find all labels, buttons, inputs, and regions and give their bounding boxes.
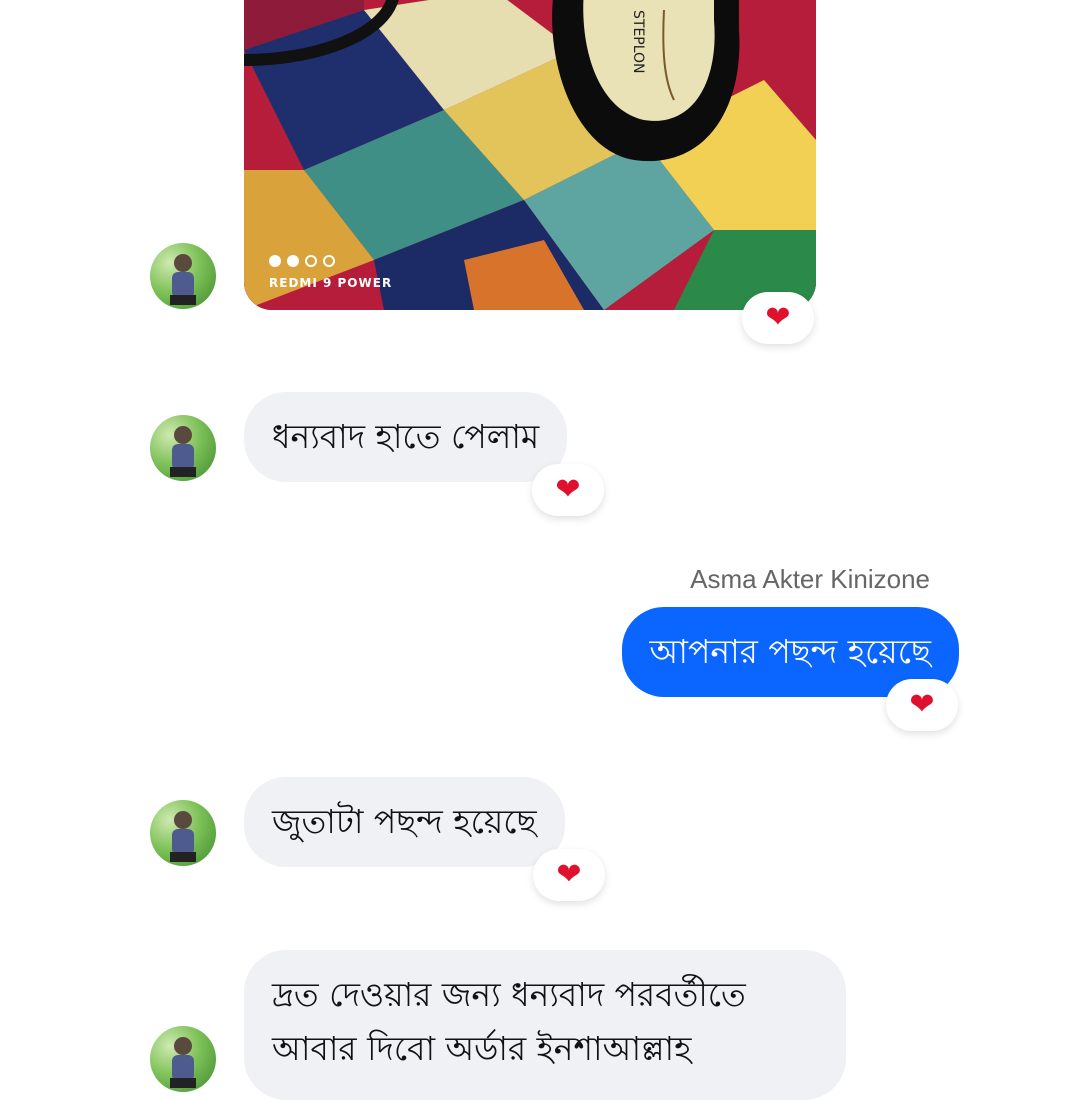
sender-name: Asma Akter Kinizone [690,564,930,594]
heart-icon: ❤ [556,857,582,892]
reaction-badge[interactable]: ❤ [742,292,814,344]
reaction-badge[interactable]: ❤ [532,464,604,516]
carousel-dot [269,255,281,267]
message-text: আপনার পছন্দ হয়েছে [649,632,931,671]
message-bubble[interactable]: দ্রত দেওয়ার জন্য ধন্যবাদ পরবর্তীতে আবার… [244,950,846,1100]
heart-icon: ❤ [765,300,791,335]
reaction-badge[interactable]: ❤ [886,679,958,731]
photo-watermark: REDMI 9 POWER [269,276,393,290]
heart-icon: ❤ [909,687,935,722]
message-bubble[interactable]: ধন্যবাদ হাতে পেলাম [244,392,568,482]
message-text-line: আবার দিবো অর্ডার ইনশাআল্লাহ [272,1029,692,1068]
avatar[interactable] [150,415,216,481]
reaction-badge[interactable]: ❤ [533,849,605,901]
carousel-dot [305,255,317,267]
avatar[interactable] [150,800,216,866]
avatar[interactable] [150,1026,216,1092]
heart-icon: ❤ [555,472,581,507]
message-bubble[interactable]: জুতাটা পছন্দ হয়েছে [244,777,565,867]
message-text-line: দ্রত দেওয়ার জন্য ধন্যবাদ পরবর্তীতে [272,975,746,1014]
carousel-dot [287,255,299,267]
svg-text:STEPLON: STEPLON [630,10,646,74]
carousel-dot [323,255,335,267]
message-text: ধন্যবাদ হাতে পেলাম [272,417,540,456]
carousel-indicator [269,255,335,267]
message-text: জুতাটা পছন্দ হয়েছে [272,802,537,841]
avatar[interactable] [150,243,216,309]
